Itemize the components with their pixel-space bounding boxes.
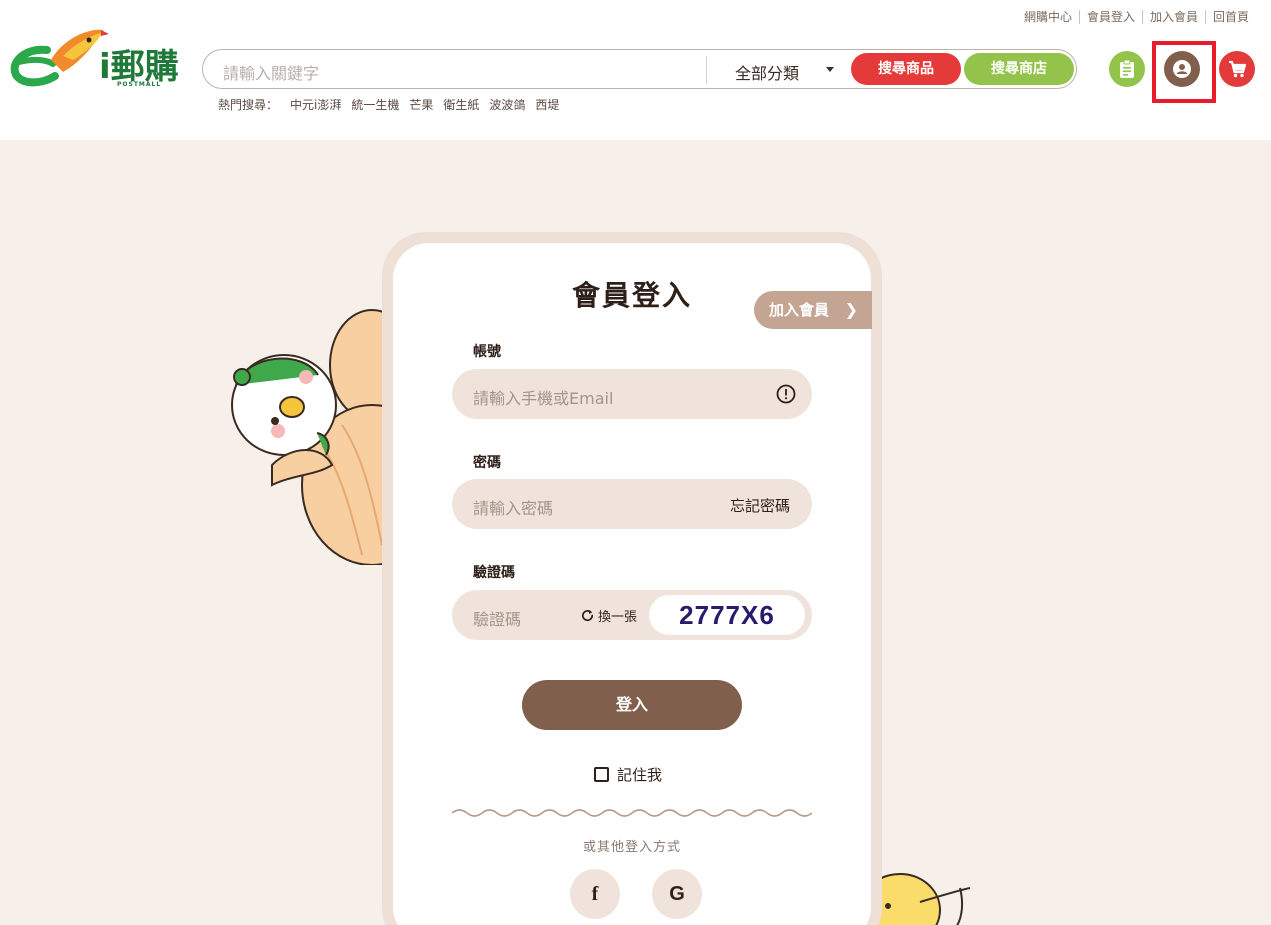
hot-search-item[interactable]: 衛生紙 bbox=[443, 96, 479, 113]
highlight-box bbox=[1152, 41, 1216, 103]
google-login-button[interactable]: G bbox=[652, 869, 702, 919]
login-button[interactable]: 登入 bbox=[522, 680, 742, 730]
captcha-label: 驗證碼 bbox=[473, 565, 515, 581]
mascot-illustration bbox=[231, 309, 392, 565]
site-logo[interactable]: i郵購 POSTMALL bbox=[7, 20, 187, 90]
search-input[interactable]: 請輸入關鍵字 bbox=[223, 60, 319, 84]
hot-search-item[interactable]: 西堤 bbox=[535, 96, 559, 113]
login-card bbox=[393, 243, 871, 925]
caret-down-icon[interactable] bbox=[826, 67, 834, 72]
link-shopping-center[interactable]: 網購中心 bbox=[1017, 10, 1079, 24]
alert-circle-icon bbox=[776, 384, 796, 408]
captcha-field: 驗證碼 換一張 2777X6 bbox=[452, 590, 812, 640]
category-select[interactable]: 全部分類 bbox=[735, 60, 799, 84]
password-label: 密碼 bbox=[473, 455, 501, 471]
top-links: 網購中心 會員登入 加入會員 回首頁 bbox=[1017, 10, 1256, 24]
link-home[interactable]: 回首頁 bbox=[1204, 10, 1256, 24]
captcha-code: 2777X6 bbox=[679, 600, 775, 630]
account-input[interactable]: 請輸入手機或Email bbox=[473, 385, 613, 409]
wave-decoration bbox=[0, 153, 1271, 200]
join-member-tab[interactable]: 加入會員 ❯ bbox=[754, 291, 872, 329]
hot-search: 熱門搜尋： 中元i澎湃 統一生機 芒果 衛生紙 波波鴿 西堤 bbox=[218, 96, 569, 113]
hot-search-label: 熱門搜尋： bbox=[218, 98, 279, 112]
password-field[interactable]: 請輸入密碼 忘記密碼 bbox=[452, 479, 812, 529]
divider bbox=[706, 56, 707, 84]
remember-me[interactable]: 記住我 bbox=[594, 764, 662, 785]
forgot-password-link[interactable]: 忘記密碼 bbox=[730, 495, 790, 516]
remember-label: 記住我 bbox=[617, 766, 663, 784]
hot-search-item[interactable]: 波波鴿 bbox=[489, 96, 525, 113]
refresh-captcha-button[interactable]: 換一張 bbox=[580, 606, 637, 625]
cart-icon[interactable] bbox=[1219, 51, 1255, 87]
other-login-label: 或其他登入方式 bbox=[582, 840, 681, 855]
wavy-divider bbox=[452, 809, 812, 817]
hot-search-item[interactable]: 芒果 bbox=[409, 96, 433, 113]
logo-subtext: POSTMALL bbox=[117, 81, 161, 88]
refresh-label: 換一張 bbox=[598, 610, 638, 625]
captcha-input[interactable]: 驗證碼 bbox=[473, 606, 521, 630]
remember-checkbox[interactable] bbox=[594, 767, 609, 782]
search-shops-button[interactable]: 搜尋商店 bbox=[964, 53, 1074, 85]
captcha-image: 2777X6 bbox=[649, 595, 805, 635]
link-member-login[interactable]: 會員登入 bbox=[1078, 10, 1142, 24]
account-field[interactable]: 請輸入手機或Email bbox=[452, 369, 812, 419]
search-products-button[interactable]: 搜尋商品 bbox=[851, 53, 961, 85]
clipboard-icon[interactable] bbox=[1109, 51, 1145, 87]
chevron-right-icon: ❯ bbox=[844, 300, 858, 319]
hot-search-item[interactable]: 中元i澎湃 bbox=[290, 96, 341, 113]
refresh-icon bbox=[582, 609, 594, 622]
search-bar: 請輸入關鍵字 全部分類 搜尋商品 搜尋商店 bbox=[202, 49, 1077, 89]
link-join-member[interactable]: 加入會員 bbox=[1141, 10, 1205, 24]
password-input[interactable]: 請輸入密碼 bbox=[473, 495, 553, 519]
account-label: 帳號 bbox=[473, 344, 501, 360]
facebook-login-button[interactable]: f bbox=[570, 869, 620, 919]
join-member-label: 加入會員 bbox=[769, 301, 830, 319]
hot-search-item[interactable]: 統一生機 bbox=[351, 96, 399, 113]
